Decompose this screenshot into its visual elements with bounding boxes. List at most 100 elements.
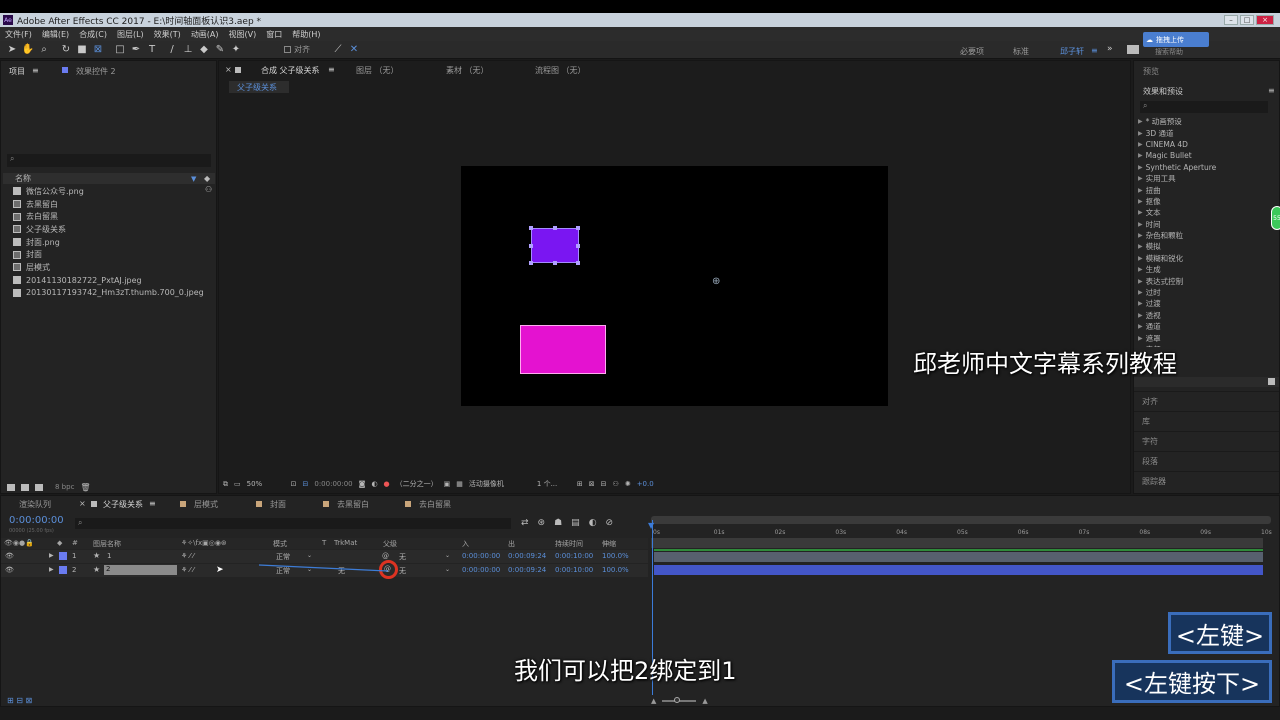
effect-category[interactable]: 3D 通道 (1134, 127, 1274, 138)
menu-view[interactable]: 视图(V) (229, 29, 257, 40)
resolution-dropdown[interactable]: （二分之一） (396, 479, 438, 489)
always-preview-icon[interactable]: ⧉ (223, 480, 228, 489)
tab-composition[interactable]: 合成 父子级关系 (261, 65, 320, 76)
flowchart-icon[interactable]: ⚇ (205, 185, 212, 194)
timeline-bottom-icons[interactable]: ⊞ ⊟ ⊠ (7, 696, 32, 705)
handle-bottom-left[interactable] (529, 261, 533, 265)
effect-category[interactable]: 通道 (1134, 321, 1274, 332)
effect-category[interactable]: 扭曲 (1134, 184, 1274, 195)
snap-edges-icon[interactable]: ✕ (346, 44, 362, 55)
effect-category[interactable]: 杂色和颗粒 (1134, 230, 1274, 241)
layer-2-duration-bar[interactable] (654, 565, 1263, 575)
effect-category[interactable]: 透视 (1134, 310, 1274, 321)
effects-search-input[interactable]: ⌕ (1140, 101, 1268, 113)
collapsed-panel-item[interactable]: 字符 (1134, 431, 1279, 451)
roto-brush-tool-icon[interactable]: ✎ (212, 44, 228, 55)
viewer-close-icon[interactable]: × (225, 65, 232, 74)
bit-depth-label[interactable]: 8 bpc (55, 483, 74, 491)
purple-rectangle-layer-1[interactable] (529, 226, 580, 265)
pen-tool-icon[interactable]: ✒ (128, 44, 144, 55)
handle-bottom-right[interactable] (576, 261, 580, 265)
floating-status-badge[interactable]: 55 (1271, 206, 1280, 230)
maximize-button[interactable]: □ (1240, 15, 1254, 25)
zoom-slider-track[interactable] (662, 697, 697, 703)
handle-bottom[interactable] (553, 261, 557, 265)
handle-left[interactable] (529, 244, 533, 248)
menu-composition[interactable]: 合成(C) (79, 29, 107, 40)
show-snapshot-icon[interactable]: ◐ (371, 480, 377, 488)
effect-category[interactable]: 遮罩 (1134, 332, 1274, 343)
channel-icon[interactable]: ● (384, 480, 390, 488)
delete-icon[interactable]: 🗑 (80, 483, 90, 492)
project-item[interactable]: 父子级关系 (1, 223, 215, 236)
fast-previews-icon[interactable]: ⊠ (589, 480, 595, 488)
views-dropdown[interactable]: 1 个... (537, 479, 571, 489)
menu-animation[interactable]: 动画(A) (191, 29, 219, 40)
workspace-menu-icon[interactable]: ≡ (1091, 46, 1098, 55)
zoom-out-icon[interactable]: ▲ (651, 697, 656, 705)
zoom-dropdown[interactable]: 50% (247, 480, 285, 488)
effect-category[interactable]: 过时 (1134, 287, 1274, 298)
menu-edit[interactable]: 编辑(E) (42, 29, 69, 40)
search-toggle-icon[interactable] (1127, 45, 1139, 54)
fit-icon[interactable]: ⊡ (291, 480, 297, 488)
clone-stamp-tool-icon[interactable]: ⊥ (180, 44, 196, 55)
tab-effect-controls[interactable]: 效果控件 2 (76, 66, 116, 77)
pan-behind-tool-icon[interactable]: ⊠ (90, 44, 106, 55)
collapsed-panel-item[interactable]: 跟踪器 (1134, 471, 1279, 491)
grid-toggle-icon[interactable]: ▦ (456, 480, 463, 488)
project-item[interactable]: 封面 (1, 248, 215, 261)
effect-category[interactable]: 时间 (1134, 219, 1274, 230)
composition-canvas[interactable]: ⊕ (461, 166, 888, 406)
work-area-bar[interactable] (651, 516, 1271, 524)
tab-layer[interactable]: 图层 （无） (356, 65, 399, 76)
playhead-icon[interactable]: ▼ (648, 521, 654, 530)
composition-menu-icon[interactable]: ≡ (328, 65, 335, 74)
text-tool-icon[interactable]: T (144, 44, 160, 55)
menu-window[interactable]: 窗口 (266, 29, 282, 40)
anchor-point-icon[interactable]: ⊕ (712, 276, 720, 287)
project-item[interactable]: 封面.png (1, 236, 215, 249)
collapsed-panel-item[interactable]: 段落 (1134, 451, 1279, 471)
effects-menu-icon[interactable]: ≡ (1268, 86, 1275, 95)
effect-category[interactable]: 抠像 (1134, 196, 1274, 207)
effect-category[interactable]: 模糊和锐化 (1134, 253, 1274, 264)
new-comp-icon[interactable] (35, 483, 43, 491)
workspace-standard[interactable]: 标准 (1013, 46, 1029, 57)
handle-top-right[interactable] (576, 226, 580, 230)
effect-category[interactable]: 过渡 (1134, 298, 1274, 309)
effects-presets-title[interactable]: 效果和预设 (1143, 86, 1183, 97)
viewer-timecode[interactable]: 0:00:00:00 (314, 480, 352, 488)
camera-dropdown[interactable]: 活动摄像机 (469, 479, 531, 489)
new-preset-icon[interactable] (1268, 378, 1275, 385)
handle-right[interactable] (576, 244, 580, 248)
effect-category[interactable]: 模拟 (1134, 241, 1274, 252)
upload-badge[interactable]: ☁ 拖拽上传 (1143, 32, 1209, 47)
workspace-essentials[interactable]: 必要项 (960, 46, 984, 57)
snap-toggle[interactable]: 对齐 (284, 44, 310, 55)
eraser-tool-icon[interactable]: ◆ (196, 44, 212, 55)
snap-checkbox[interactable] (284, 46, 291, 53)
tab-footage[interactable]: 素材 （无） (446, 65, 489, 76)
region-of-interest-icon[interactable]: ▣ (444, 480, 451, 488)
snapshot-icon[interactable]: ◙ (359, 480, 366, 488)
effect-category[interactable]: Magic Bullet (1134, 150, 1274, 161)
effect-category[interactable]: 实用工具 (1134, 173, 1274, 184)
minimize-button[interactable]: – (1224, 15, 1238, 25)
menu-file[interactable]: 文件(F) (5, 29, 32, 40)
preview-panel-title[interactable]: 预览 (1143, 66, 1159, 77)
transparency-grid-icon[interactable]: ⊟ (303, 480, 309, 488)
hand-tool-icon[interactable]: ✋ (20, 44, 36, 55)
handle-top-left[interactable] (529, 226, 533, 230)
effect-category[interactable]: CINEMA 4D (1134, 139, 1274, 150)
effect-category[interactable]: 文本 (1134, 207, 1274, 218)
sort-arrow-icon[interactable]: ▼ (191, 175, 196, 183)
camera-tool-icon[interactable]: ■ (74, 44, 90, 55)
layer-1-duration-bar[interactable] (654, 552, 1263, 562)
effect-category[interactable]: 生成 (1134, 264, 1274, 275)
project-search-input[interactable]: ⌕ (7, 154, 211, 167)
exposure-value[interactable]: +0.0 (637, 480, 654, 488)
project-menu-icon[interactable]: ≡ (32, 66, 39, 75)
overflow-chevron-icon[interactable]: » (1107, 44, 1113, 54)
flowchart-view-icon[interactable]: ⚇ (613, 480, 619, 488)
